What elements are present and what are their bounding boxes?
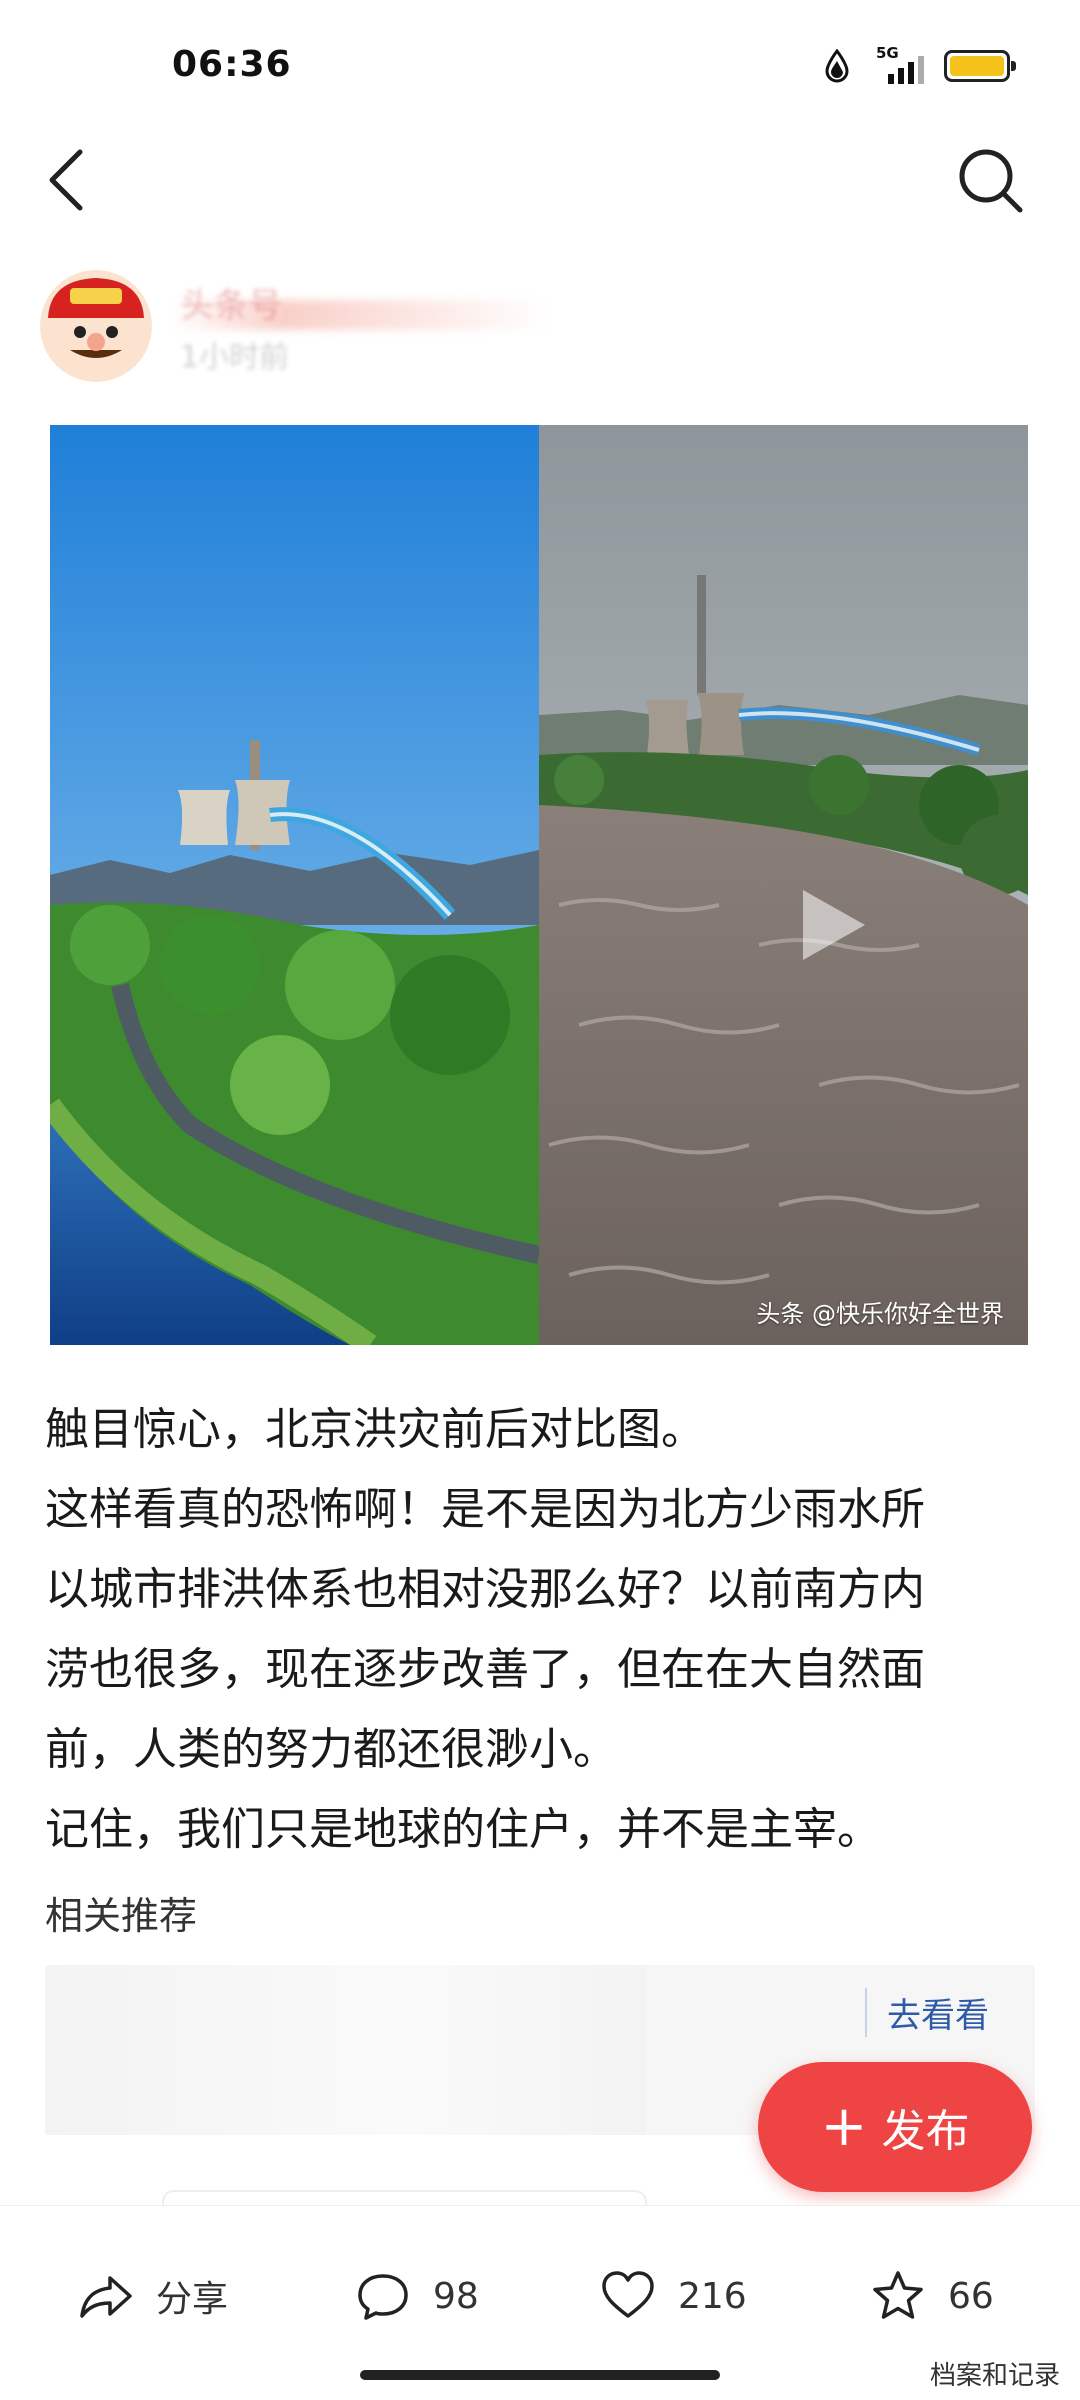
back-icon[interactable] <box>40 140 100 220</box>
author-name[interactable]: 头条号 <box>180 278 282 327</box>
post-line: 这样看真的恐怖啊！是不是因为北方少雨水所 <box>45 1484 925 1535</box>
like-button[interactable]: 216 <box>600 2266 747 2326</box>
post-image[interactable]: 头条 @快乐你好全世界 <box>50 425 1028 1345</box>
post-line: 触目惊心，北京洪灾前后对比图。 <box>45 1404 705 1455</box>
drop-icon <box>825 49 849 83</box>
post-body: 触目惊心，北京洪灾前后对比图。 这样看真的恐怖啊！是不是因为北方少雨水所 以城市… <box>45 1390 1045 1870</box>
share-label: 分享 <box>156 2279 229 2320</box>
post-line: 以城市排洪体系也相对没那么好？以前南方内 <box>45 1564 925 1615</box>
after-flood-image <box>539 425 1028 1345</box>
before-flood-image <box>50 425 539 1345</box>
post-line: 记住，我们只是地球的住户，并不是主宰。 <box>45 1804 881 1855</box>
home-indicator[interactable] <box>360 2370 720 2380</box>
like-count: 216 <box>678 2275 747 2317</box>
publish-button[interactable]: + 发布 <box>758 2062 1032 2192</box>
comment-button[interactable]: 98 <box>355 2266 479 2326</box>
battery-icon <box>944 50 1016 82</box>
post-line: 前，人类的努力都还很渺小。 <box>45 1724 617 1775</box>
heart-icon <box>602 2271 654 2318</box>
related-link[interactable]: 去看看 <box>865 1988 989 2037</box>
author-row[interactable]: 头条号 1小时前 <box>40 270 640 400</box>
status-bar: 06:36 5G <box>0 0 1080 130</box>
status-icons: 5G <box>824 44 1016 86</box>
star-icon <box>873 2271 923 2319</box>
related-title: 相关推荐 <box>45 1894 198 1938</box>
image-watermark: 头条 @快乐你好全世界 <box>756 1300 1004 1328</box>
post-line: 涝也很多，现在逐步改善了，但在在大自然面 <box>45 1644 925 1695</box>
share-button[interactable]: 分享 <box>78 2266 228 2326</box>
share-icon <box>80 2276 132 2318</box>
post-time: 1小时前 <box>180 340 290 375</box>
corner-watermark: 档案和记录 <box>929 2361 1060 2391</box>
cellular-signal-icon: 5G <box>868 44 926 86</box>
comment-count: 98 <box>433 2275 479 2317</box>
search-icon[interactable] <box>950 140 1030 220</box>
top-nav <box>0 130 1080 250</box>
favorite-button[interactable]: 66 <box>870 2266 994 2326</box>
plus-icon: + <box>820 2094 868 2159</box>
status-time: 06:36 <box>172 44 292 85</box>
play-icon[interactable] <box>785 880 875 970</box>
comment-icon <box>358 2274 408 2320</box>
publish-label: 发布 <box>881 2106 970 2157</box>
favorite-count: 66 <box>948 2275 994 2317</box>
avatar[interactable] <box>40 270 152 382</box>
